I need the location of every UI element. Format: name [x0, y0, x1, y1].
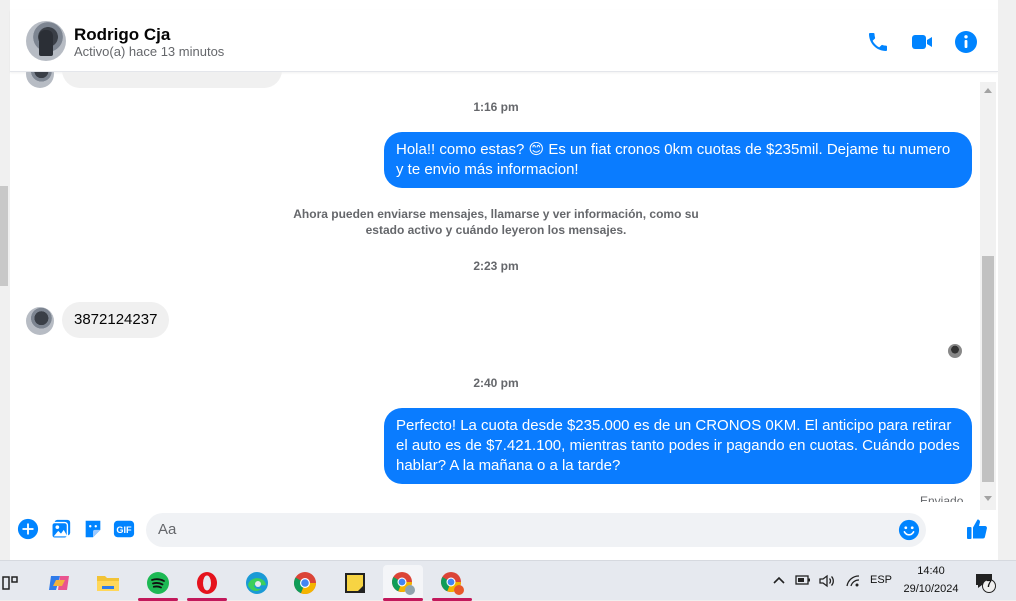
edge-icon	[246, 572, 268, 594]
contact-avatar[interactable]	[26, 21, 66, 61]
edge-button[interactable]	[237, 565, 277, 601]
file-explorer-button[interactable]	[88, 565, 128, 601]
battery-plug-icon[interactable]	[795, 573, 811, 587]
chevron-up-icon[interactable]	[772, 575, 786, 585]
sticker-icon[interactable]	[82, 518, 104, 540]
timestamp-divider: 2:23 pm	[473, 259, 519, 273]
message-input-placeholder: Aa	[158, 521, 177, 538]
window-top-strip	[10, 0, 998, 10]
contact-status: Activo(a) hace 13 minutos	[74, 44, 225, 59]
wifi-icon[interactable]	[845, 574, 861, 588]
copilot-button[interactable]	[40, 565, 80, 601]
notifications-button[interactable]: 7	[974, 571, 996, 593]
scroll-up-arrow[interactable]	[984, 88, 992, 93]
incoming-message-bubble[interactable]: 3872124237	[62, 302, 170, 338]
phone-icon[interactable]	[866, 30, 890, 54]
outgoing-message-bubble[interactable]: Perfecto! La cuota desde $235.000 es de …	[384, 408, 972, 484]
system-notice: Ahora pueden enviarse mensajes, llamarse…	[293, 207, 699, 237]
chat-header: Rodrigo Cja Activo(a) hace 13 minutos	[10, 10, 998, 72]
chat-panel: Rodrigo Cja Activo(a) hace 13 minutos 1:…	[10, 10, 998, 560]
scroll-down-arrow[interactable]	[984, 496, 992, 501]
windows-taskbar: ESP 14:40 29/10/2024 7	[0, 560, 1016, 601]
task-view-button[interactable]	[0, 565, 30, 601]
gif-icon[interactable]: GIF	[113, 518, 135, 540]
emoji-icon[interactable]	[898, 519, 920, 541]
chrome-button[interactable]	[285, 565, 325, 601]
left-panel-edge	[0, 0, 10, 560]
contact-mini-avatar	[26, 307, 54, 335]
read-receipt-avatar	[948, 344, 962, 358]
chrome-profile-2-button[interactable]	[432, 565, 472, 601]
chrome-profile-icon	[392, 572, 415, 595]
messenger-window: Rodrigo Cja Activo(a) hace 13 minutos 1:…	[0, 0, 1016, 560]
clock-date[interactable]: 29/10/2024	[900, 583, 962, 595]
sticky-notes-button[interactable]	[335, 565, 375, 601]
chrome-profile-icon	[441, 572, 464, 595]
previous-message-bubble	[62, 72, 282, 88]
notification-count: 7	[986, 579, 992, 590]
gif-label: GIF	[116, 525, 132, 535]
timestamp-divider: 1:16 pm	[473, 100, 519, 114]
image-icon[interactable]	[50, 518, 72, 540]
spotify-button[interactable]	[138, 565, 178, 601]
opera-icon	[197, 572, 217, 594]
message-scrollbar[interactable]	[980, 82, 996, 510]
video-call-icon[interactable]	[910, 30, 934, 54]
scrollbar-thumb[interactable]	[982, 256, 994, 482]
plus-icon[interactable]	[17, 518, 39, 540]
contact-mini-avatar	[26, 72, 54, 88]
info-icon[interactable]	[954, 30, 978, 54]
message-input[interactable]: Aa	[146, 513, 926, 547]
right-panel-edge	[998, 0, 1016, 560]
clock-time[interactable]: 14:40	[900, 565, 962, 577]
sticky-notes-icon	[345, 573, 365, 593]
message-composer: GIF Aa	[10, 510, 998, 550]
sent-status: Enviado	[920, 494, 964, 502]
task-view-icon	[2, 576, 18, 590]
left-scrollbar-thumb[interactable]	[0, 186, 8, 286]
contact-name[interactable]: Rodrigo Cja	[74, 25, 170, 45]
language-indicator[interactable]: ESP	[870, 574, 892, 586]
thumbs-up-icon[interactable]	[965, 517, 989, 541]
folder-icon	[97, 576, 119, 591]
volume-icon[interactable]	[818, 573, 836, 589]
spotify-icon	[147, 572, 169, 594]
chrome-profile-1-button[interactable]	[383, 565, 423, 601]
message-list: 1:16 pm Hola!! como estas? 😊 Es un fiat …	[10, 72, 982, 502]
chrome-icon	[293, 572, 317, 595]
opera-button[interactable]	[187, 565, 227, 601]
outgoing-message-bubble[interactable]: Hola!! como estas? 😊 Es un fiat cronos 0…	[384, 132, 972, 188]
timestamp-divider: 2:40 pm	[473, 376, 519, 390]
copilot-icon	[49, 576, 69, 590]
